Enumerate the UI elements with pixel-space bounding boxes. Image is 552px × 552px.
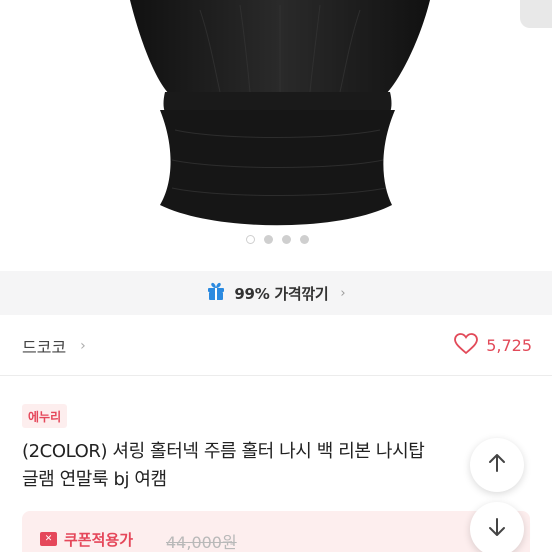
price-cut-label: 99% 가격깎기: [234, 284, 329, 303]
corner-button[interactable]: [520, 0, 552, 28]
product-image[interactable]: [0, 0, 552, 270]
coupon-label: 쿠폰적용가: [64, 531, 134, 549]
like-button[interactable]: 5,725: [454, 332, 532, 359]
scroll-down-button[interactable]: [470, 502, 524, 552]
heart-icon: [454, 332, 479, 359]
seller-link[interactable]: 드코코 ›: [22, 334, 86, 358]
price-cut-banner[interactable]: 99% 가격깎기 ›: [0, 271, 552, 315]
gift-icon: [206, 281, 226, 305]
carousel-indicator: [246, 235, 309, 244]
like-count: 5,725: [486, 336, 532, 355]
carousel-dot[interactable]: [264, 235, 273, 244]
carousel-dot[interactable]: [282, 235, 291, 244]
arrow-up-icon: [486, 452, 508, 478]
coupon-icon: ✕: [40, 532, 57, 546]
original-price: 44,000원: [166, 533, 237, 552]
badge: 에누리: [22, 404, 68, 428]
seller-name: 드코코: [22, 337, 67, 357]
black-top-photo: [130, 0, 430, 226]
arrow-down-icon: [486, 516, 508, 542]
chevron-right-icon: ›: [340, 285, 346, 301]
seller-row: 드코코 › 5,725: [0, 316, 552, 376]
product-title: (2COLOR) 셔링 홀터넥 주름 홀터 나시 백 리본 나시탑 글램 연말룩…: [22, 441, 425, 490]
carousel-dot-active[interactable]: [246, 235, 255, 244]
chevron-right-icon: ›: [80, 337, 86, 354]
carousel-dot[interactable]: [300, 235, 309, 244]
coupon-price-box: ✕ 쿠폰적용가 44,000원: [22, 511, 530, 552]
scroll-up-button[interactable]: [470, 438, 524, 492]
